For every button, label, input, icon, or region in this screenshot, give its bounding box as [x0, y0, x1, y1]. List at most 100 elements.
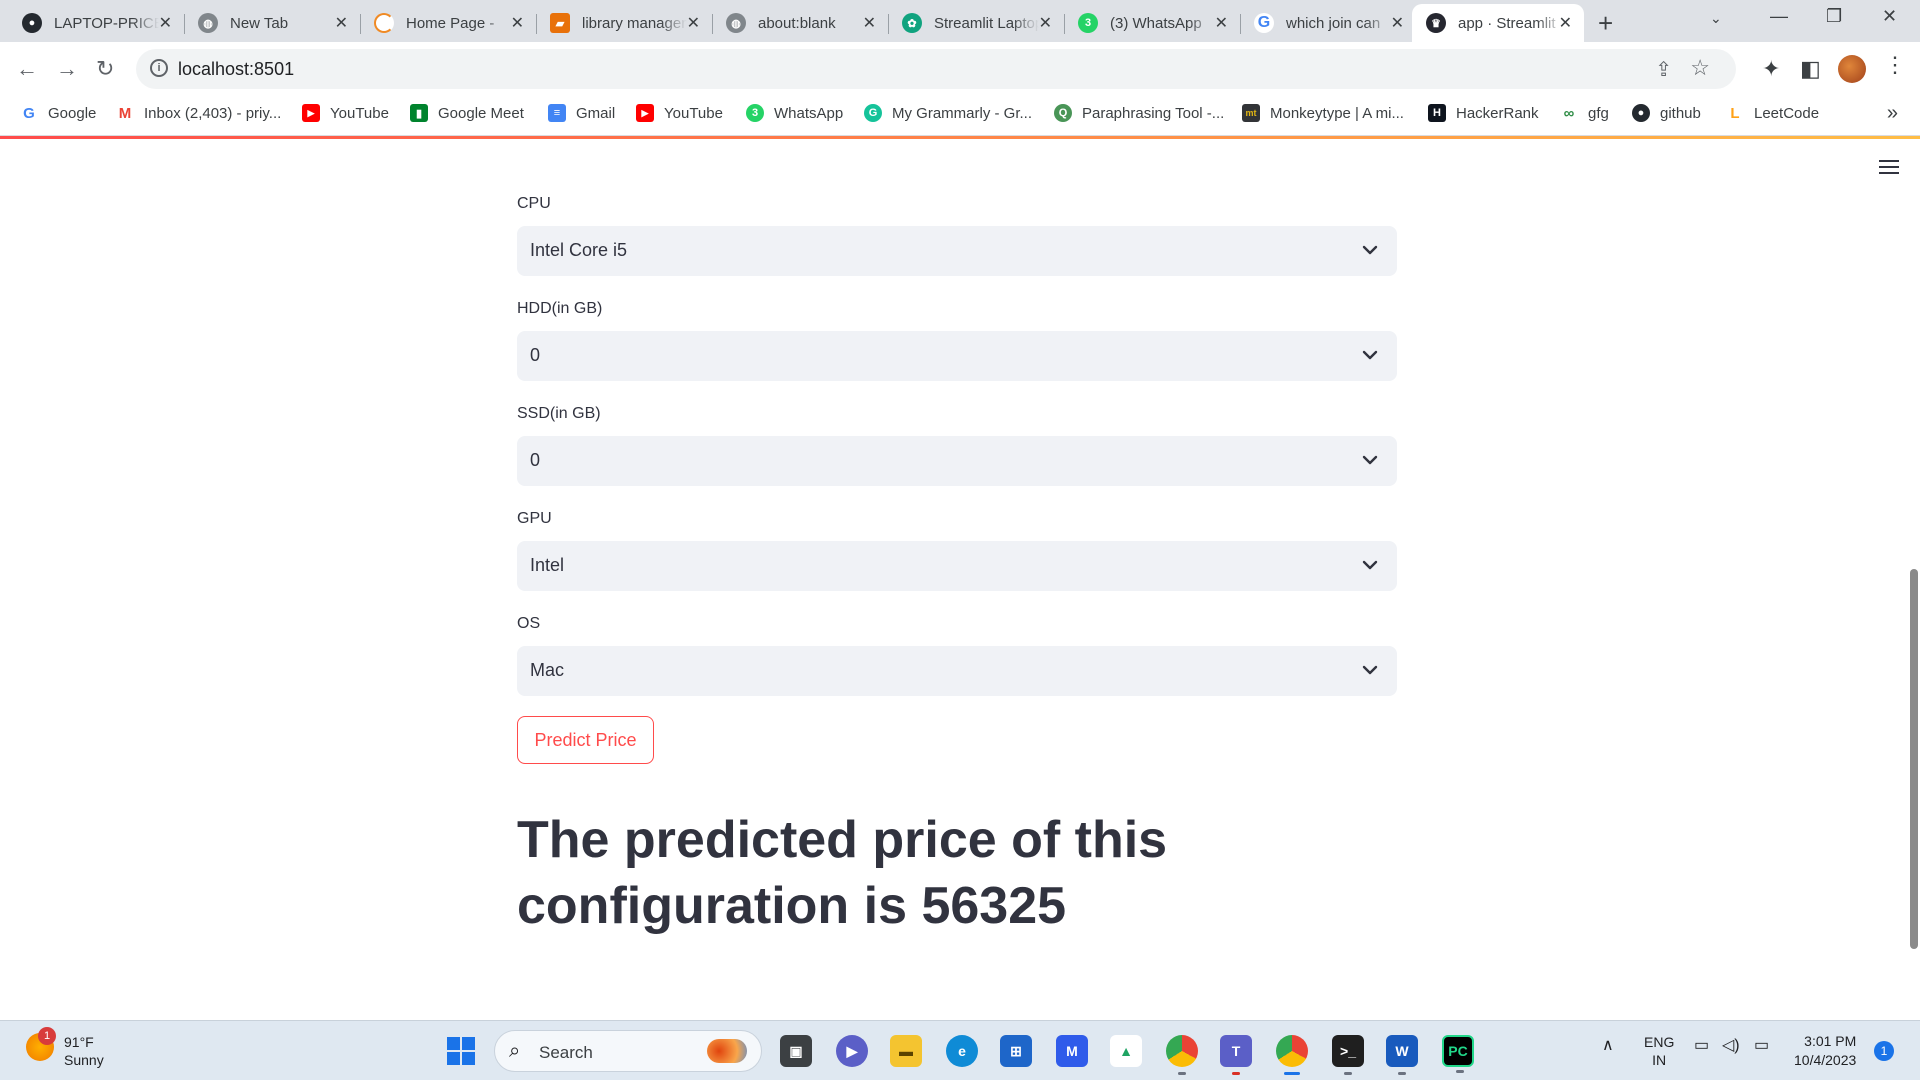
- gpu-label: GPU: [517, 510, 552, 527]
- tab-search-chevron-icon[interactable]: ⌄: [1710, 10, 1722, 27]
- share-icon[interactable]: ⇪: [1655, 57, 1672, 82]
- reload-icon[interactable]: ↻: [96, 56, 114, 82]
- back-icon[interactable]: ←: [16, 56, 38, 82]
- chrome-icon[interactable]: [1166, 1035, 1198, 1075]
- teams-chat-icon[interactable]: ▶: [836, 1035, 868, 1067]
- leetcode-icon: L: [1726, 104, 1744, 122]
- chrome-profile-icon[interactable]: [1276, 1035, 1308, 1075]
- hackerrank-icon: H: [1428, 104, 1446, 122]
- tab-new-tab[interactable]: ◍ New Tab ✕: [184, 4, 361, 42]
- streamlit-app: CPU Intel Core i5 HDD(in GB) 0 SSD(in GB…: [0, 139, 1920, 1020]
- scrollbar[interactable]: [1910, 569, 1918, 949]
- task-view-icon[interactable]: ▣: [780, 1035, 812, 1067]
- os-select[interactable]: Mac: [517, 646, 1397, 696]
- hdd-select[interactable]: 0: [517, 331, 1397, 381]
- mathway-icon[interactable]: M: [1056, 1035, 1088, 1067]
- close-tab-icon[interactable]: ✕: [511, 13, 524, 33]
- bookmark-whatsapp[interactable]: 3 WhatsApp: [746, 104, 843, 122]
- close-tab-icon[interactable]: ✕: [1559, 13, 1572, 33]
- new-tab-icon[interactable]: +: [1598, 8, 1613, 39]
- show-hidden-icons-icon[interactable]: ∧: [1602, 1035, 1614, 1055]
- tab-title: app · Streamlit: [1458, 14, 1556, 32]
- bookmark-github[interactable]: ● github: [1632, 104, 1701, 122]
- bookmark-youtube[interactable]: ▶ YouTube: [302, 104, 389, 122]
- close-tab-icon[interactable]: ✕: [1391, 13, 1404, 33]
- tab-laptop-price-predictor[interactable]: ● LAPTOP-PRICE-PREDICTOR ✕: [8, 4, 185, 42]
- url-text[interactable]: localhost:8501: [178, 59, 294, 80]
- bookmark-google-meet[interactable]: ▮ Google Meet: [410, 104, 524, 122]
- tab-app-streamlit[interactable]: ♛ app · Streamlit ✕: [1412, 4, 1584, 42]
- ssd-select[interactable]: 0: [517, 436, 1397, 486]
- microsoft-store-icon[interactable]: ⊞: [1000, 1035, 1032, 1067]
- close-tab-icon[interactable]: ✕: [1215, 13, 1228, 33]
- bookmark-gmail[interactable]: ≡ Gmail: [548, 104, 615, 122]
- bookmark-paraphrasing-tool[interactable]: Q Paraphrasing Tool -...: [1054, 104, 1224, 122]
- bookmark-leetcode[interactable]: L LeetCode: [1726, 104, 1819, 122]
- cpu-select[interactable]: Intel Core i5: [517, 226, 1397, 276]
- forward-icon[interactable]: →: [56, 56, 78, 82]
- file-explorer-icon[interactable]: ▬: [890, 1035, 922, 1067]
- notification-badge[interactable]: 1: [1874, 1041, 1894, 1061]
- close-tab-icon[interactable]: ✕: [1039, 13, 1052, 33]
- main-menu-icon[interactable]: [1879, 160, 1899, 178]
- edge-icon[interactable]: e: [946, 1035, 978, 1067]
- bookmark-grammarly[interactable]: G My Grammarly - Gr...: [864, 104, 1032, 122]
- predict-price-button[interactable]: Predict Price: [517, 716, 654, 764]
- bookmark-google[interactable]: G Google: [20, 104, 96, 122]
- bookmark-label: Monkeytype | A mi...: [1270, 104, 1404, 122]
- teams-icon[interactable]: T: [1220, 1035, 1252, 1075]
- profile-avatar[interactable]: [1838, 55, 1866, 83]
- clock[interactable]: 3:01 PM 10/4/2023: [1794, 1032, 1856, 1070]
- close-window-icon[interactable]: ✕: [1882, 6, 1897, 27]
- clock-time: 3:01 PM: [1804, 1033, 1857, 1049]
- tab-library-management[interactable]: ▰ library management ✕: [536, 4, 713, 42]
- close-tab-icon[interactable]: ✕: [159, 13, 172, 33]
- restore-icon[interactable]: ❐: [1826, 6, 1842, 27]
- network-icon[interactable]: ▭: [1694, 1035, 1709, 1055]
- globe-icon: ◍: [726, 13, 746, 33]
- bookmark-youtube-2[interactable]: ▶ YouTube: [636, 104, 723, 122]
- browser-menu-icon[interactable]: ⋮: [1884, 52, 1906, 78]
- tab-title: (3) WhatsApp: [1110, 14, 1202, 32]
- minimize-icon[interactable]: —: [1770, 6, 1788, 27]
- battery-icon[interactable]: ▭: [1754, 1035, 1769, 1055]
- tab-title: Home Page -: [406, 14, 495, 32]
- extensions-icon[interactable]: ✦: [1762, 56, 1780, 82]
- weather-condition: Sunny: [64, 1052, 104, 1068]
- bookmark-gfg[interactable]: ∞ gfg: [1560, 104, 1609, 122]
- tab-whatsapp[interactable]: 3 (3) WhatsApp ✕: [1064, 4, 1241, 42]
- windows-start-icon[interactable]: [447, 1037, 475, 1065]
- bookmark-star-icon[interactable]: ☆: [1690, 55, 1710, 81]
- bookmark-label: Inbox (2,403) - priy...: [144, 104, 282, 122]
- terminal-icon[interactable]: >_: [1332, 1035, 1364, 1075]
- tab-title: library management: [582, 14, 687, 32]
- bookmark-label: Google Meet: [438, 104, 524, 122]
- language-indicator[interactable]: ENG IN: [1644, 1033, 1674, 1069]
- close-tab-icon[interactable]: ✕: [335, 13, 348, 33]
- taskbar-search[interactable]: ⌕ Search: [494, 1030, 762, 1072]
- volume-icon[interactable]: ◁): [1722, 1035, 1740, 1055]
- whatsapp-icon: 3: [746, 104, 764, 122]
- tab-streamlit-laptop[interactable]: ✿ Streamlit Laptop ✕: [888, 4, 1065, 42]
- close-tab-icon[interactable]: ✕: [687, 13, 700, 33]
- bookmark-inbox[interactable]: M Inbox (2,403) - priy...: [116, 104, 281, 122]
- gpu-select[interactable]: Intel: [517, 541, 1397, 591]
- close-tab-icon[interactable]: ✕: [863, 13, 876, 33]
- side-panel-icon[interactable]: ◧: [1800, 56, 1821, 82]
- ssd-selected-value: 0: [530, 450, 541, 470]
- bookmark-hackerrank[interactable]: H HackerRank: [1428, 104, 1539, 122]
- more-bookmarks-icon[interactable]: »: [1887, 102, 1898, 125]
- tab-about-blank[interactable]: ◍ about:blank ✕: [712, 4, 889, 42]
- weather-widget[interactable]: 1 91°F Sunny: [26, 1027, 104, 1069]
- pycharm-icon[interactable]: PC: [1442, 1035, 1474, 1073]
- tab-which-join[interactable]: G which join can ✕: [1240, 4, 1417, 42]
- site-info-icon[interactable]: i: [150, 59, 168, 77]
- bookmark-monkeytype[interactable]: mt Monkeytype | A mi...: [1242, 104, 1404, 122]
- google-drive-icon[interactable]: ▲: [1110, 1035, 1142, 1067]
- tab-strip: ● LAPTOP-PRICE-PREDICTOR ✕ ◍ New Tab ✕ H…: [0, 0, 1920, 42]
- address-bar[interactable]: i localhost:8501 ⇪ ☆: [136, 49, 1736, 89]
- tab-home-page[interactable]: Home Page - ✕: [360, 4, 537, 42]
- tab-title: which join can: [1286, 14, 1381, 32]
- bookmark-label: Google: [48, 104, 97, 122]
- word-icon[interactable]: W: [1386, 1035, 1418, 1075]
